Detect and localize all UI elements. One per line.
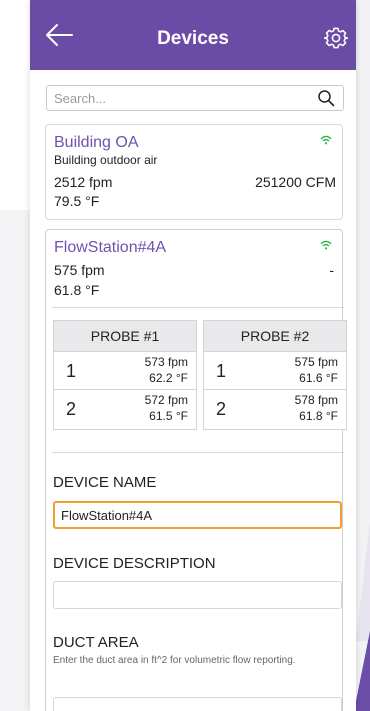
wifi-signal-icon bbox=[320, 135, 332, 145]
device-velocity: 2512 fpm bbox=[54, 174, 113, 190]
probe-temperature: 61.5 °F bbox=[149, 409, 188, 423]
gear-icon[interactable] bbox=[324, 26, 348, 50]
probe-header: PROBE #2 bbox=[204, 321, 346, 352]
search-box bbox=[46, 85, 344, 111]
probe-row: 2 572 fpm 61.5 °F bbox=[54, 390, 196, 427]
divider bbox=[52, 452, 344, 453]
device-flow: - bbox=[329, 262, 334, 278]
probe-temperature: 61.8 °F bbox=[299, 409, 338, 423]
probe-velocity: 572 fpm bbox=[144, 393, 188, 407]
background-accent bbox=[354, 631, 370, 711]
probe-temperature: 61.6 °F bbox=[299, 371, 338, 385]
page-title: Devices bbox=[157, 28, 229, 49]
app-header: Devices bbox=[30, 0, 356, 70]
device-name-input[interactable] bbox=[53, 501, 342, 529]
background-accent-light bbox=[356, 521, 370, 641]
device-name: Building OA bbox=[54, 134, 139, 151]
probe-velocity: 573 fpm bbox=[144, 355, 188, 369]
probe-row: 1 575 fpm 61.6 °F bbox=[204, 352, 346, 390]
device-description-label: DEVICE DESCRIPTION bbox=[53, 555, 216, 572]
device-description: Building outdoor air bbox=[54, 153, 158, 167]
wifi-signal-icon bbox=[320, 240, 332, 250]
probe-row-index: 1 bbox=[216, 361, 227, 381]
probe-table: PROBE #1 1 573 fpm 62.2 °F 2 572 fpm 61.… bbox=[53, 320, 197, 430]
divider bbox=[52, 307, 344, 308]
device-card[interactable]: Building OA Building outdoor air 2512 fp… bbox=[45, 124, 343, 220]
duct-area-label: DUCT AREA bbox=[53, 634, 139, 651]
probe-row-index: 2 bbox=[216, 399, 227, 419]
background-panel-left bbox=[0, 210, 30, 711]
device-temperature: 61.8 °F bbox=[54, 282, 100, 298]
search-input[interactable] bbox=[54, 89, 304, 107]
probe-velocity: 575 fpm bbox=[294, 355, 338, 369]
probe-row-index: 1 bbox=[66, 361, 77, 381]
device-name-label: DEVICE NAME bbox=[53, 474, 157, 491]
app-screen: Devices Building OA Building outdoor air… bbox=[30, 0, 356, 711]
probe-temperature: 62.2 °F bbox=[149, 371, 188, 385]
device-name: FlowStation#4A bbox=[54, 239, 167, 256]
probe-header: PROBE #1 bbox=[54, 321, 196, 352]
duct-area-hint: Enter the duct area in ft^2 for volumetr… bbox=[53, 655, 296, 666]
device-temperature: 79.5 °F bbox=[54, 193, 100, 209]
probe-row-index: 2 bbox=[66, 399, 77, 419]
device-description-input[interactable] bbox=[53, 581, 342, 609]
duct-area-input[interactable] bbox=[53, 697, 342, 711]
device-velocity: 575 fpm bbox=[54, 262, 105, 278]
probe-row: 1 573 fpm 62.2 °F bbox=[54, 352, 196, 390]
probe-row: 2 578 fpm 61.8 °F bbox=[204, 390, 346, 427]
search-icon[interactable] bbox=[317, 89, 335, 107]
probe-table: PROBE #2 1 575 fpm 61.6 °F 2 578 fpm 61.… bbox=[203, 320, 347, 430]
device-flow: 251200 CFM bbox=[255, 174, 336, 190]
probe-velocity: 578 fpm bbox=[294, 393, 338, 407]
